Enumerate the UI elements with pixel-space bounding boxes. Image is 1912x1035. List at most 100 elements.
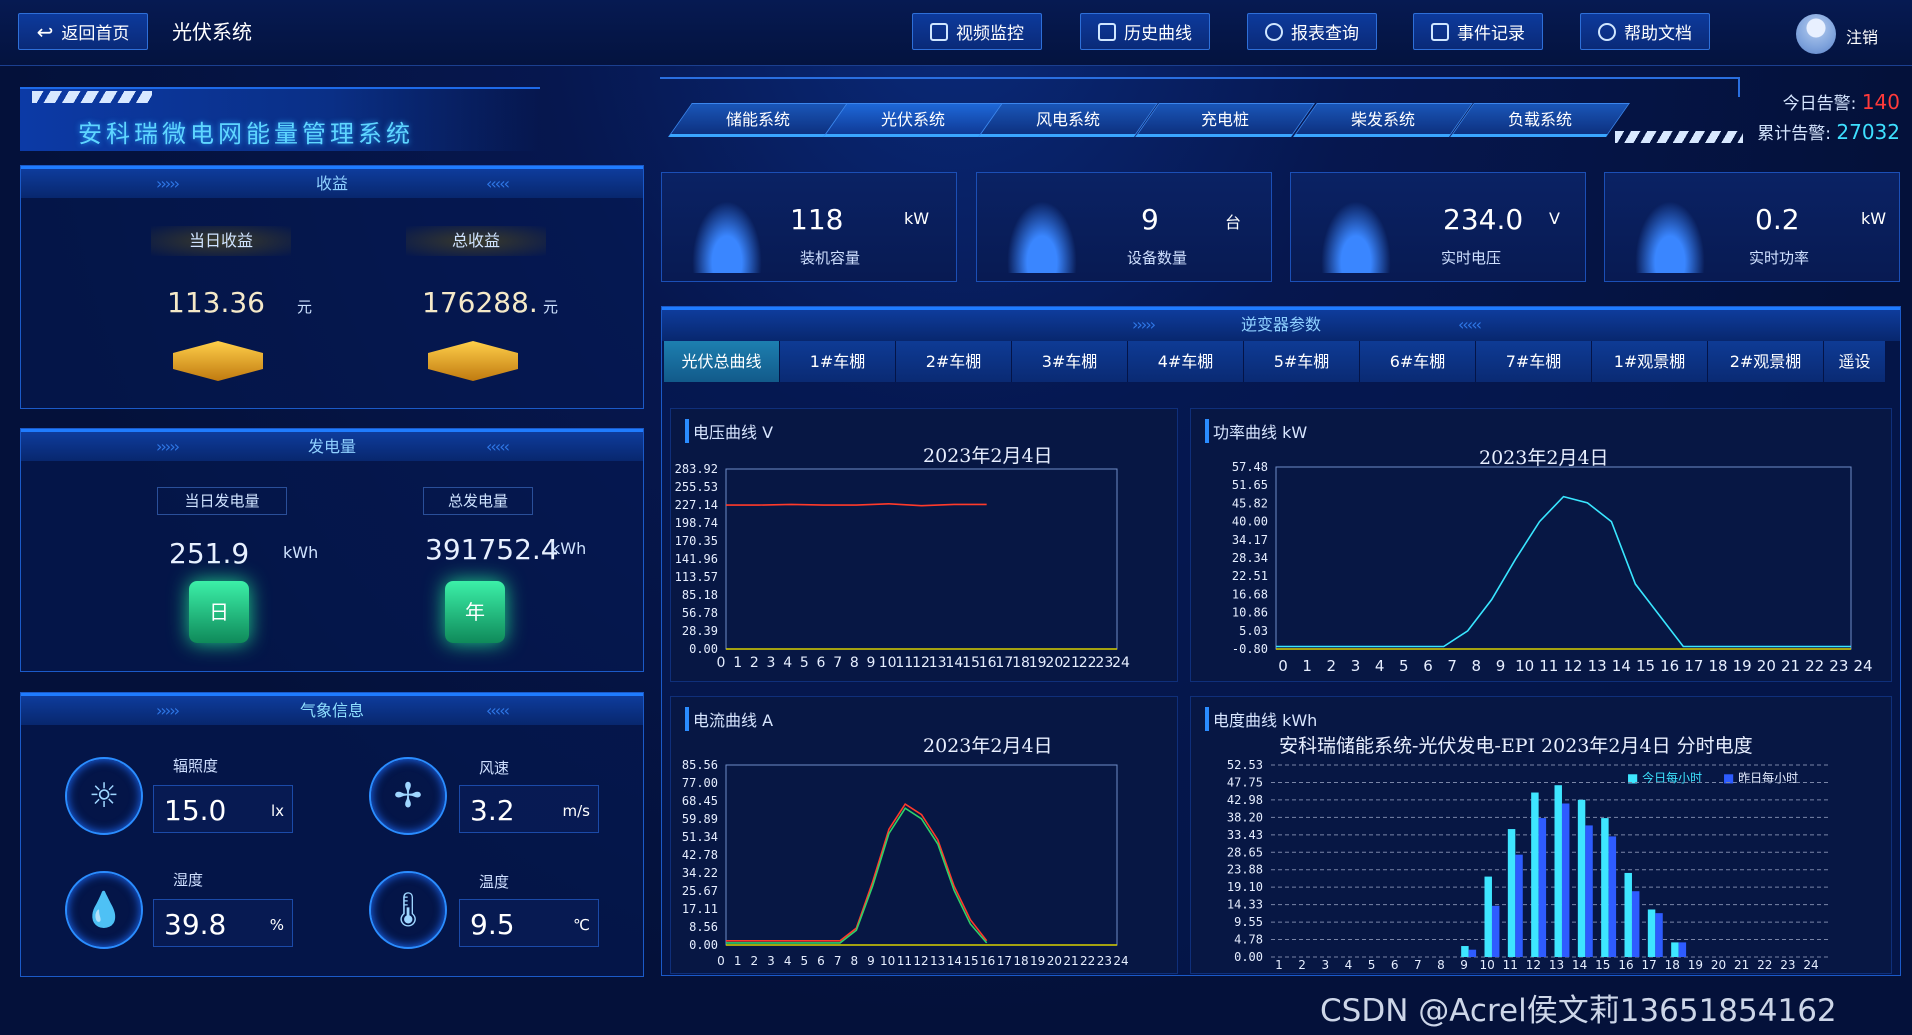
decor-stripes [32, 91, 152, 103]
nav-diesel[interactable]: 柴发系统 [1293, 103, 1473, 137]
report-query-button[interactable]: 报表查询 [1247, 13, 1377, 50]
top-bar: ↩ 返回首页 光伏系统 视频监控 历史曲线 报表查询 事件记录 帮助文档 注销 [0, 0, 1912, 66]
x-tick-label: 13 [1549, 958, 1564, 972]
fan-icon: ✢ [369, 757, 447, 835]
x-tick-label: 15 [963, 954, 978, 968]
search-icon [1265, 22, 1283, 41]
x-tick-label: 19 [1688, 958, 1703, 972]
energy-chart: 电度曲线 kWh 安科瑞储能系统-光伏发电-EPI 2023年2月4日 分时电度… [1190, 696, 1892, 974]
x-tick-label: 3 [1321, 958, 1329, 972]
calendar-day-icon: 日 [189, 581, 249, 643]
temperature-label: 温度 [479, 873, 510, 891]
system-name: 安科瑞微电网能量管理系统 [78, 120, 414, 148]
temperature-unit: ℃ [573, 916, 590, 934]
series-line [726, 807, 988, 944]
bar [1554, 785, 1562, 957]
x-tick-label: 8 [1472, 657, 1482, 675]
tab-remote-set[interactable]: 遥设 [1824, 341, 1886, 382]
y-tick-label: -0.80 [1232, 642, 1268, 656]
logout-link[interactable]: 注销 [1846, 24, 1878, 48]
x-tick-label: 24 [1113, 954, 1128, 968]
x-tick-label: 15 [1636, 657, 1655, 675]
video-monitor-button[interactable]: 视频监控 [912, 13, 1042, 50]
total-gen-label: 总发电量 [423, 487, 533, 515]
income-header: ››››› 收益 ‹‹‹‹‹ [21, 166, 643, 198]
chevrons-right-icon: ››››› [156, 701, 180, 720]
history-curve-button[interactable]: 历史曲线 [1080, 13, 1210, 50]
bar [1491, 905, 1500, 957]
bar [1624, 872, 1632, 957]
event-log-button[interactable]: 事件记录 [1413, 13, 1543, 50]
tab-shed-7[interactable]: 7#车棚 [1476, 341, 1592, 382]
wind-speed-value: 3.2 [470, 794, 515, 827]
back-home-label: 返回首页 [61, 24, 130, 44]
today-gen-unit: kWh [283, 543, 319, 562]
y-tick-label: 57.48 [1232, 460, 1268, 474]
chevrons-left-icon: ‹‹‹‹‹ [486, 437, 510, 456]
y-tick-label: 23.88 [1227, 863, 1263, 877]
x-tick-label: 17 [1641, 958, 1656, 972]
x-tick-label: 22 [1757, 958, 1772, 972]
x-tick-label: 6 [817, 954, 825, 968]
series-line [1276, 495, 1851, 648]
y-tick-label: 51.65 [1232, 478, 1268, 492]
total-alarm-label: 累计告警: [1757, 124, 1831, 144]
nav-load[interactable]: 负载系统 [1450, 103, 1630, 137]
tab-view-2[interactable]: 2#观景棚 [1708, 341, 1824, 382]
avatar[interactable] [1796, 14, 1836, 54]
tab-shed-4[interactable]: 4#车棚 [1128, 341, 1244, 382]
tab-view-1[interactable]: 1#观景棚 [1592, 341, 1708, 382]
kpi-voltage-label: 实时电压 [1440, 249, 1501, 267]
tab-shed-6[interactable]: 6#车棚 [1360, 341, 1476, 382]
y-tick-label: 52.53 [1227, 758, 1263, 772]
plot-frame [1275, 466, 1852, 650]
x-tick-label: 6 [817, 655, 826, 671]
tab-shed-2[interactable]: 2#车棚 [896, 341, 1012, 382]
y-tick-label: 8.56 [689, 920, 718, 934]
x-tick-label: 15 [962, 655, 980, 671]
y-tick-label: 40.00 [1232, 515, 1268, 529]
y-tick-label: 25.67 [682, 884, 718, 898]
x-tick-label: 10 [1480, 958, 1495, 972]
x-tick-label: 11 [1503, 958, 1518, 972]
today-alarm: 今日告警: 140 [1783, 89, 1900, 114]
header-line [660, 77, 1740, 97]
y-tick-label: 14.33 [1227, 898, 1263, 912]
weather-panel: ››››› 气象信息 ‹‹‹‹‹ ☼ 辐照度 15.0 lx ✢ 风速 3.2 m/s … [20, 692, 644, 977]
back-home-button[interactable]: ↩ 返回首页 [18, 13, 148, 50]
x-tick-label: 4 [783, 655, 792, 671]
x-tick-label: 14 [1612, 657, 1631, 675]
tab-shed-1[interactable]: 1#车棚 [780, 341, 896, 382]
x-tick-label: 7 [1447, 657, 1457, 675]
x-tick-label: 13 [1588, 657, 1607, 675]
y-tick-label: 9.55 [1234, 915, 1263, 929]
help-doc-button[interactable]: 帮助文档 [1580, 13, 1710, 50]
tab-pv-total[interactable]: 光伏总曲线 [664, 341, 780, 382]
x-tick-label: 14 [1572, 958, 1587, 972]
bar [1461, 946, 1469, 957]
kpi-power: 0.2 kW 实时功率 [1604, 172, 1900, 282]
nav-charging[interactable]: 充电桩 [1135, 103, 1315, 137]
humidity-value: 39.8 [164, 908, 227, 941]
gauge-icon [1321, 201, 1391, 273]
nav-wind[interactable]: 风电系统 [978, 103, 1158, 137]
x-tick-label: 11 [1539, 657, 1558, 675]
irradiance-value: 15.0 [164, 794, 227, 827]
x-tick-label: 7 [834, 954, 842, 968]
watermark: CSDN @Acrel侯文莉13651854162 [1320, 993, 1837, 1029]
x-tick-label: 16 [1618, 958, 1633, 972]
x-tick-label: 2 [1298, 958, 1306, 972]
bar [1655, 913, 1663, 957]
nav-storage[interactable]: 储能系统 [668, 103, 848, 137]
plot-frame [725, 764, 1118, 946]
bar [1468, 949, 1477, 957]
x-tick-label: 16 [1660, 657, 1679, 675]
kpi-power-label: 实时功率 [1748, 249, 1809, 267]
nav-pv[interactable]: 光伏系统 [823, 103, 1003, 137]
tab-shed-3[interactable]: 3#车棚 [1012, 341, 1128, 382]
x-tick-label: 10 [879, 655, 897, 671]
tab-shed-5[interactable]: 5#车棚 [1244, 341, 1360, 382]
y-tick-label: 33.43 [1227, 828, 1263, 842]
y-tick-label: 10.86 [1232, 606, 1268, 620]
y-tick-label: 227.14 [675, 498, 718, 512]
